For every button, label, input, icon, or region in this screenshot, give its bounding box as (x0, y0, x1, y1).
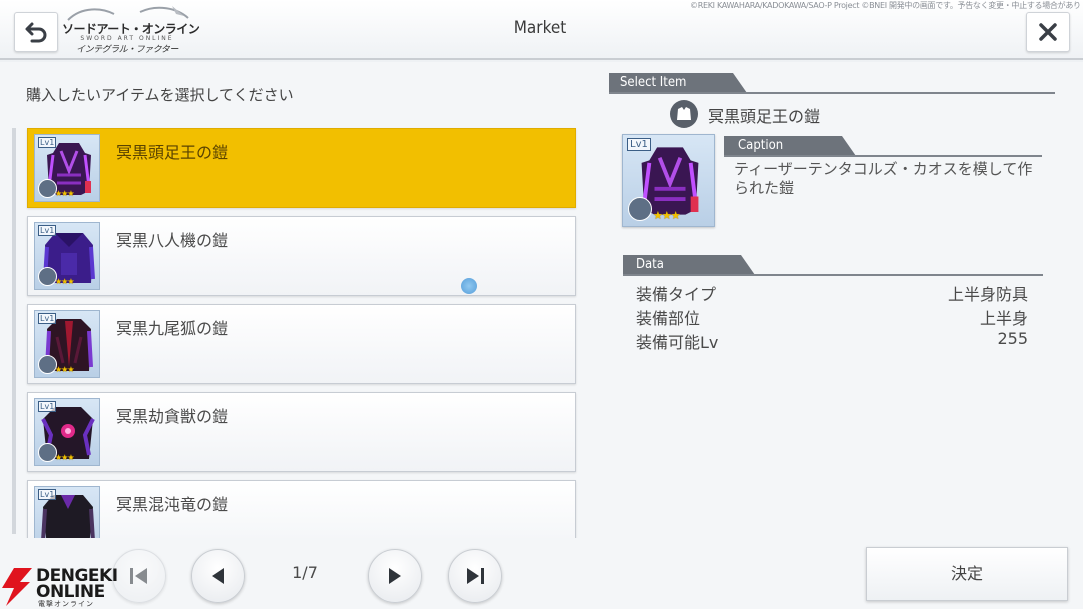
instruction-text: 購入したいアイテムを選択してください (26, 86, 294, 104)
copyright-notice: ©REKI KAWAHARA/KADOKAWA/SAO-P Project ©B… (690, 1, 1080, 10)
item-name: 冥黒八人機の鎧 (116, 231, 229, 250)
logo-tagline: インテグラル・ファクター (76, 45, 178, 55)
rarity-stars: ★★★ (653, 209, 681, 222)
data-value: 上半身 (979, 309, 1028, 328)
header-divider (0, 58, 1083, 60)
data-key: 装備タイプ (636, 285, 717, 304)
item-name: 冥黒混沌竜の鎧 (116, 495, 229, 514)
back-button[interactable] (14, 12, 58, 52)
last-page-button[interactable] (448, 549, 502, 603)
list-item[interactable]: Lv1 ★★★ 冥黒頭足王の鎧 (27, 128, 576, 208)
caption-text: ティーザーテンタコルズ・カオスを模して作られた鎧 (734, 160, 1033, 197)
selected-item-name: 冥黒頭足王の鎧 (708, 107, 821, 126)
data-header (623, 255, 1043, 276)
rarity-stars: ★★★ (55, 453, 74, 462)
close-icon (1039, 23, 1057, 41)
item-name: 冥黒九尾狐の鎧 (116, 319, 229, 338)
selected-item-heading: 冥黒頭足王の鎧 (670, 100, 1030, 128)
watermark: DENGEKI ONLINE 電撃オンライン (0, 566, 130, 608)
selected-item-thumbnail: Lv1 ★★★ (622, 134, 715, 227)
game-logo: ソードアート・オンライン SWORD ART ONLINE インテグラル・ファク… (62, 2, 200, 58)
page-indicator: 1/7 (292, 563, 318, 582)
logo-sub: SWORD ART ONLINE (80, 35, 174, 42)
data-row: 装備タイプ 上半身防具 (636, 281, 1028, 304)
armor-type-icon (670, 100, 698, 128)
prev-page-icon (212, 568, 224, 584)
data-label: Data (636, 257, 664, 272)
touch-cursor (461, 278, 477, 294)
lightning-logo-icon (2, 568, 32, 606)
first-page-icon (130, 568, 147, 584)
item-thumbnail: Lv1 ★★★ (34, 222, 100, 290)
data-key: 装備部位 (636, 309, 701, 328)
armor-type-icon (628, 197, 652, 221)
data-value: 255 (997, 329, 1028, 348)
next-page-icon (389, 568, 401, 584)
item-level: Lv1 (38, 313, 57, 324)
list-item[interactable]: Lv1 ★★★ 冥黒劫貪獣の鎧 (27, 392, 576, 472)
item-level: Lv1 (38, 137, 57, 148)
data-row: 装備部位 上半身 (636, 305, 1028, 328)
select-item-label: Select Item (620, 75, 687, 90)
list-scrollbar[interactable] (12, 128, 16, 534)
back-arrow-icon (25, 22, 47, 43)
item-name: 冥黒頭足王の鎧 (116, 143, 229, 162)
data-value: 上半身防具 (947, 285, 1028, 304)
list-item[interactable]: Lv1 ★★★ 冥黒九尾狐の鎧 (27, 304, 576, 384)
item-thumbnail: Lv1 ★★★ (34, 398, 100, 466)
data-key: 装備可能Lv (636, 333, 719, 352)
item-level: Lv1 (38, 401, 57, 412)
item-thumbnail: Lv1 ★★★ (34, 310, 100, 378)
item-level: Lv1 (627, 138, 651, 151)
last-page-icon (467, 568, 484, 584)
item-level: Lv1 (38, 489, 57, 500)
rarity-stars: ★★★ (55, 189, 74, 198)
data-row: 装備可能Lv 255 (636, 329, 1028, 352)
close-button[interactable] (1026, 12, 1070, 52)
rarity-stars: ★★★ (55, 365, 74, 374)
item-name: 冥黒劫貪獣の鎧 (116, 407, 229, 426)
item-level: Lv1 (38, 225, 57, 236)
page-title: Market (513, 18, 567, 38)
item-thumbnail: Lv1 ★★★ (34, 134, 100, 202)
caption-label: Caption (738, 138, 784, 153)
decide-button[interactable]: 決定 (866, 547, 1068, 601)
list-item[interactable]: Lv1 ★★★ 冥黒八人機の鎧 (27, 216, 576, 296)
prev-page-button[interactable] (191, 549, 245, 603)
next-page-button[interactable] (368, 549, 422, 603)
rarity-stars: ★★★ (55, 277, 74, 286)
